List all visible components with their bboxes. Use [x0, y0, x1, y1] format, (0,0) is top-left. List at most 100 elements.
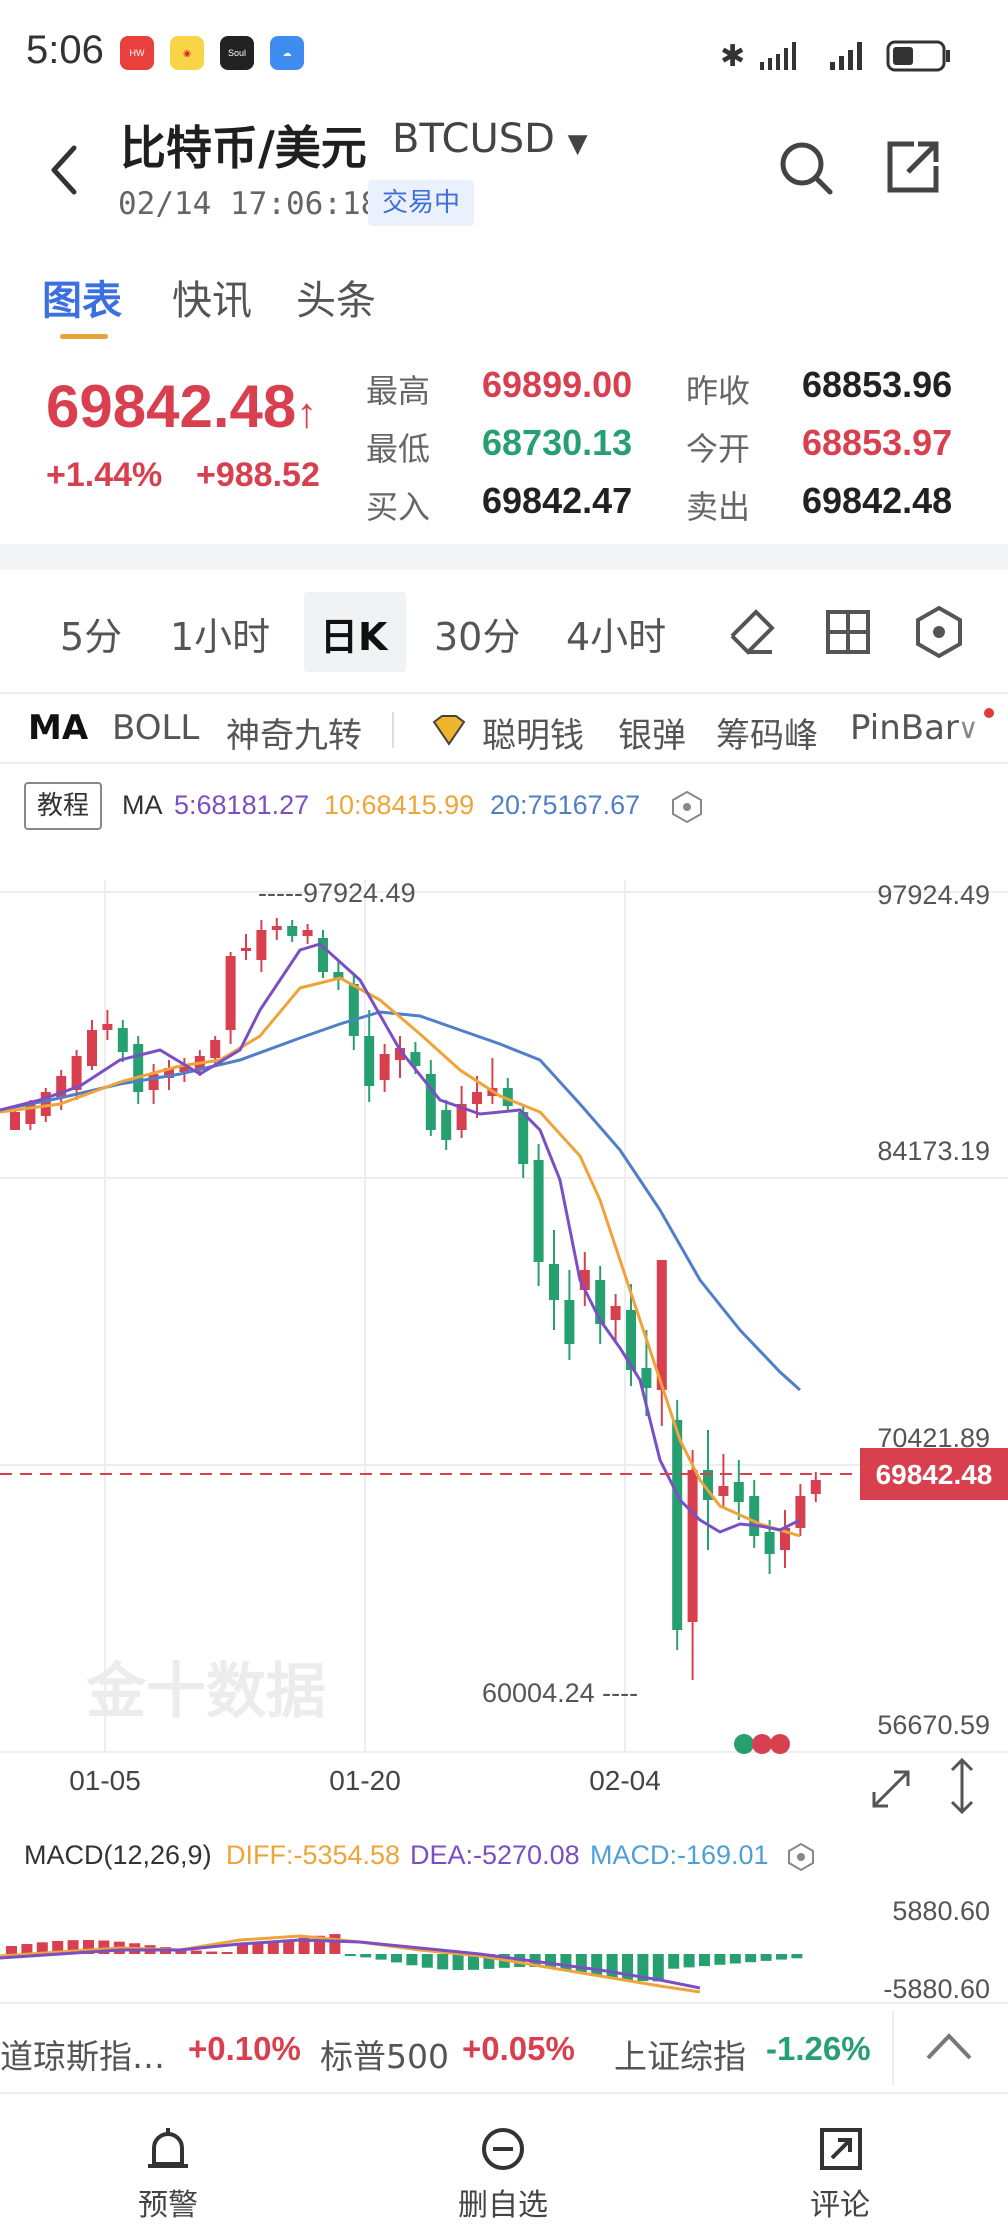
x-label-2: 01-20 [329, 1765, 401, 1796]
candles [10, 918, 821, 1680]
candle-body [441, 1110, 452, 1140]
macd-bar [791, 1954, 803, 1959]
candle-body [133, 1044, 144, 1092]
change-amount: +988.52 [196, 456, 320, 494]
search-icon[interactable] [776, 138, 836, 198]
candle-body [672, 1420, 683, 1630]
trading-status-badge: 交易中 [368, 180, 475, 226]
ma5-value: 5:68181.27 [174, 790, 310, 820]
indicator-chip-peak[interactable]: 筹码峰 [716, 708, 818, 757]
candlestick-chart[interactable]: 金十数据 97924.49 84173.19 70421.89 56670.59… [0, 860, 1008, 1820]
draw-tool-icon[interactable] [726, 606, 778, 658]
symbol-selector[interactable]: BTCUSD ▼ [392, 116, 588, 162]
last-price: 69842.48↑ [46, 373, 318, 440]
svg-text:✱: ✱ [720, 39, 745, 74]
tab-chart[interactable]: 图表 [42, 268, 122, 326]
indicator-ma[interactable]: MA [28, 708, 88, 748]
y-label-4: 56670.59 [877, 1710, 990, 1740]
ask-value: 69842.48 [802, 480, 953, 521]
nav-comment[interactable]: 评论 [810, 2180, 870, 2224]
candle-body [518, 1112, 529, 1164]
signal-dot [734, 1734, 754, 1754]
y-label-1: 97924.49 [877, 880, 990, 910]
candle-body [364, 1036, 375, 1086]
period-daily[interactable]: 日K [320, 606, 387, 661]
macd-y-bottom: -5880.60 [883, 1974, 990, 2002]
period-1hour[interactable]: 1小时 [170, 606, 270, 661]
low-label: 最低 [366, 430, 431, 468]
back-arrow-icon[interactable] [44, 140, 84, 200]
page-title: 比特币/美元 [120, 121, 367, 175]
signal-dot [770, 1734, 790, 1754]
indicator-silver-bullet[interactable]: 银弹 [618, 708, 686, 757]
share-icon[interactable] [884, 138, 944, 198]
candle-body [225, 956, 236, 1030]
x-label-3: 02-04 [589, 1765, 661, 1796]
candle-body [87, 1030, 97, 1066]
nav-alert[interactable]: 预警 [138, 2180, 198, 2224]
candle-body [749, 1496, 760, 1536]
vertical-resize-icon[interactable] [950, 1757, 974, 1815]
macd-bar [452, 1954, 464, 1971]
period-4hour[interactable]: 4小时 [566, 606, 666, 661]
layout-grid-icon[interactable] [822, 606, 874, 658]
indicator-pinbar[interactable]: PinBar [850, 708, 970, 748]
chevron-down-icon[interactable]: ∨ [958, 712, 979, 745]
ticker-dow-value: +0.10% [188, 2030, 301, 2067]
diamond-icon [432, 715, 466, 746]
tab-flash-news[interactable]: 快讯 [172, 268, 252, 326]
tab-headlines[interactable]: 头条 [296, 268, 376, 326]
macd-bar [729, 1954, 741, 1964]
macd-bar [760, 1954, 772, 1961]
remove-circle-icon[interactable] [480, 2126, 526, 2172]
ma10-value: 10:68415.99 [324, 790, 475, 820]
period-5min[interactable]: 5分 [60, 606, 122, 661]
ma-settings-icon[interactable] [670, 790, 704, 824]
macd-histogram [6, 1934, 803, 1982]
candle-body [564, 1300, 575, 1344]
chevron-up-icon[interactable] [924, 2030, 974, 2064]
macd-bar [221, 1951, 233, 1954]
indicator-smart-money[interactable]: 聪明钱 [482, 708, 584, 757]
macd-bar [391, 1954, 402, 1963]
macd-bar [437, 1954, 449, 1970]
candle-body [210, 1040, 221, 1058]
indicator-magic-nine[interactable]: 神奇九转 [226, 708, 362, 757]
signal-dot [752, 1734, 772, 1754]
macd-bar [652, 1954, 664, 1982]
soul-app-icon: Soul [220, 36, 254, 70]
macd-bar [683, 1954, 695, 1968]
change-percent: +1.44% [46, 456, 163, 494]
tutorial-button[interactable]: 教程 [24, 782, 102, 830]
macd-bar [329, 1934, 341, 1954]
settings-hex-icon[interactable] [912, 604, 966, 660]
macd-chart: 5880.60 -5880.60 [0, 1896, 990, 2002]
macd-bar [360, 1954, 372, 1958]
candle-body [533, 1160, 544, 1262]
macd-bar [206, 1951, 218, 1954]
indicator-boll[interactable]: BOLL [112, 708, 199, 748]
fullscreen-icon[interactable] [872, 1770, 910, 1808]
macd-y-top: 5880.60 [892, 1896, 990, 1926]
status-time: 5:06 [26, 28, 104, 72]
candle-body [287, 926, 298, 936]
macd-settings-icon[interactable] [786, 1842, 816, 1872]
period-30min[interactable]: 30分 [434, 606, 520, 661]
macd-bar [591, 1954, 603, 1975]
alarm-bell-icon[interactable] [146, 2126, 190, 2172]
timestamp: 02/14 17:06:18 [118, 186, 380, 222]
indicator-separator [392, 712, 394, 748]
high-label: 最高 [366, 372, 431, 410]
weather-app-icon: ☁ [270, 36, 304, 70]
macd-value: MACD:-169.01 [590, 1840, 769, 1870]
macd-bar [699, 1954, 710, 1967]
nav-remove-watchlist[interactable]: 删自选 [458, 2180, 548, 2224]
candle-body [348, 984, 359, 1036]
candle-body [241, 948, 251, 951]
candle-body [549, 1264, 559, 1300]
candle-body [302, 930, 313, 936]
comment-icon[interactable] [818, 2126, 864, 2172]
ticker-sse-name: 上证综指 [614, 2037, 746, 2076]
x-label-1: 01-05 [69, 1765, 141, 1796]
macd-bar [776, 1954, 787, 1960]
